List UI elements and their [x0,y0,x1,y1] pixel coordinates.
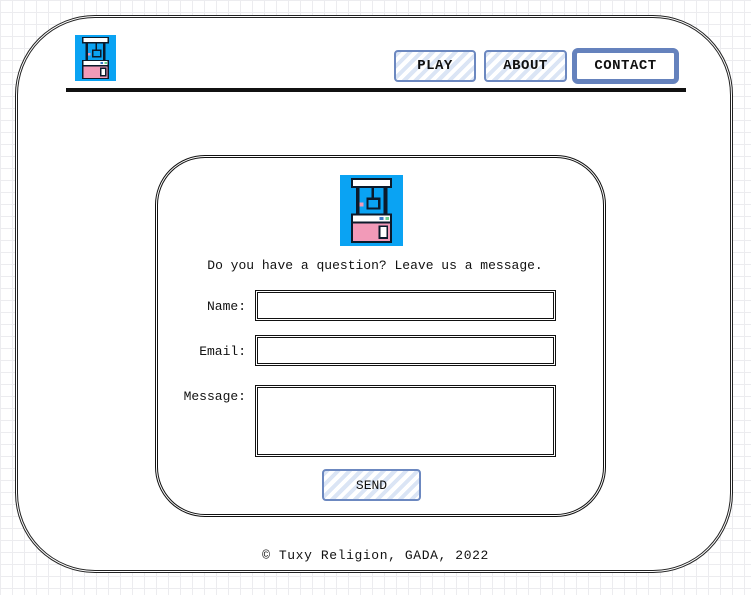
message-label: Message: [183,389,246,404]
claw-machine-icon [340,175,403,246]
nav-play-button[interactable]: PLAY [394,50,476,82]
name-label: Name: [206,299,246,314]
claw-machine-icon[interactable] [75,35,116,81]
name-field[interactable] [255,290,556,321]
message-field[interactable] [255,385,556,457]
email-field[interactable] [255,335,556,366]
header-divider [66,88,686,92]
contact-prompt: Do you have a question? Leave us a messa… [207,258,543,273]
send-button[interactable]: SEND [322,469,421,501]
nav-contact-button[interactable]: CONTACT [572,48,679,84]
nav-about-button[interactable]: ABOUT [484,50,567,82]
email-label: Email: [199,344,246,359]
footer-copyright: © Tuxy Religion, GADA, 2022 [262,548,489,563]
